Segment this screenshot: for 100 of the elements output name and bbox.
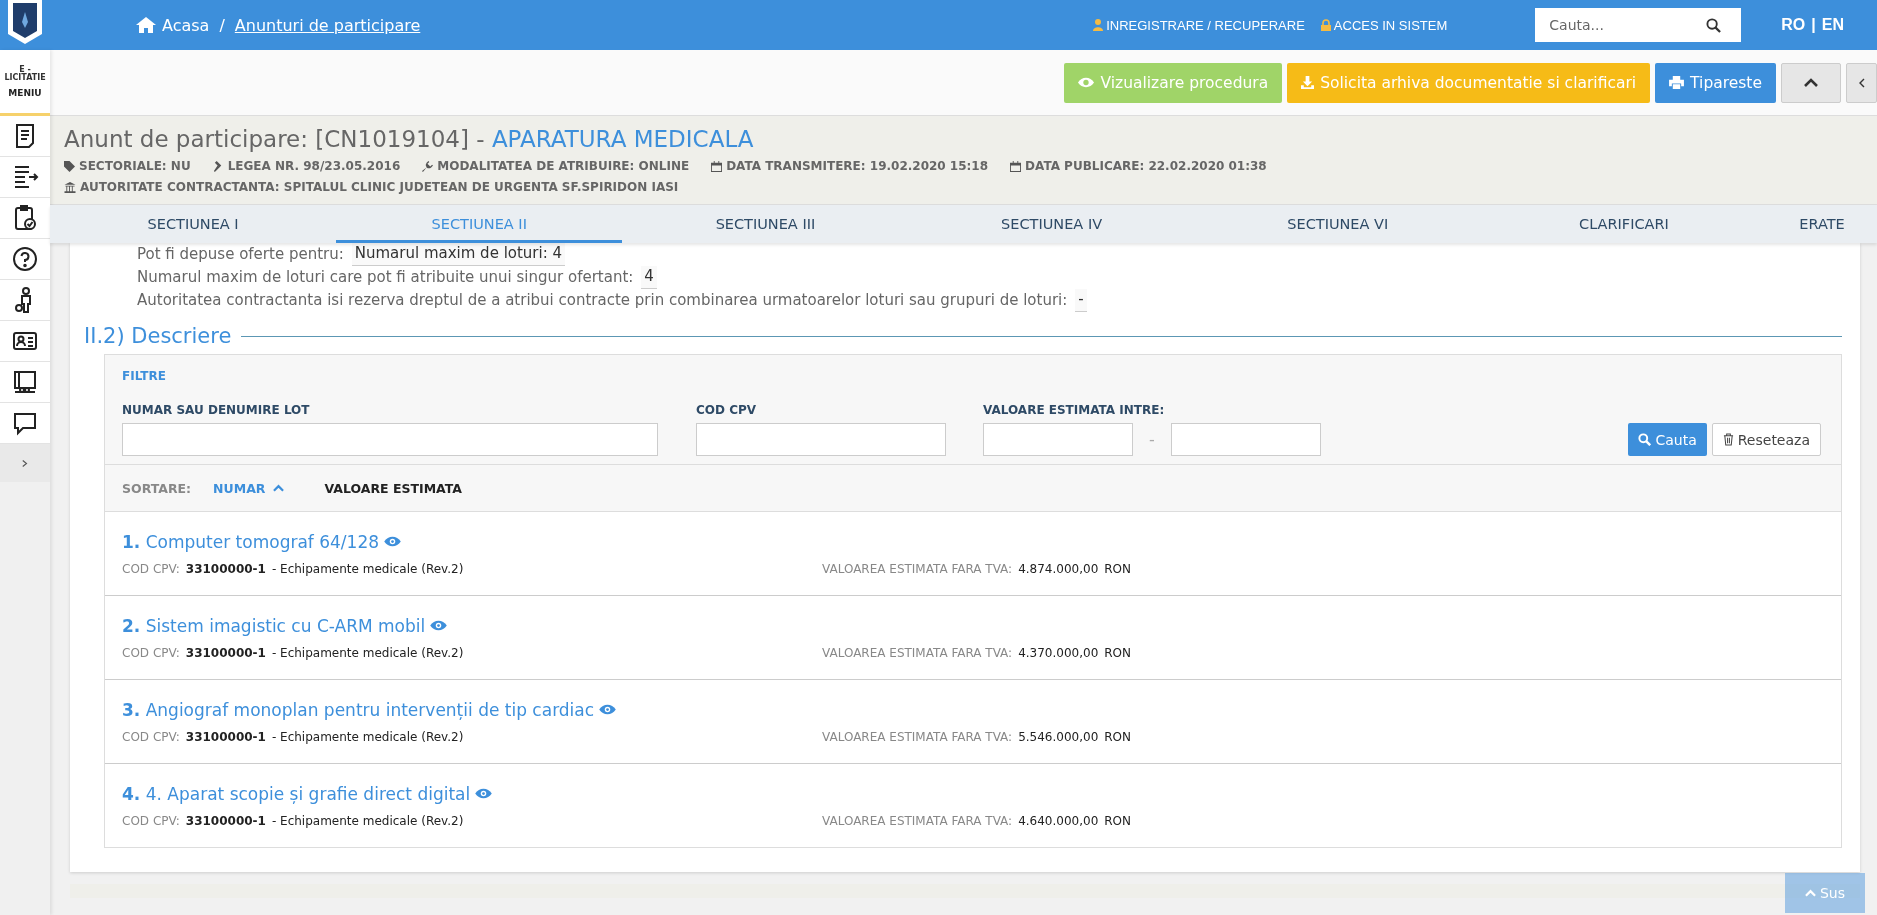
range-separator: - bbox=[1149, 430, 1155, 449]
help-icon[interactable] bbox=[11, 245, 39, 273]
chevron-left-icon bbox=[1858, 77, 1865, 88]
shield-logo-icon[interactable] bbox=[8, 0, 42, 44]
eye-icon[interactable] bbox=[384, 536, 402, 547]
input-field[interactable] bbox=[696, 423, 946, 456]
menu-label[interactable]: MENIU bbox=[8, 87, 42, 98]
breadcrumb-separator: / bbox=[219, 15, 225, 35]
meta-text: DATA TRANSMITERE: 19.02.2020 15:18 bbox=[726, 158, 989, 175]
info-value: Numarul maxim de loturi: 4 bbox=[351, 243, 566, 266]
trash-icon bbox=[1722, 433, 1734, 446]
caret-up-icon bbox=[273, 484, 285, 492]
cpv-description: - Echipamente medicale (Rev.2) bbox=[271, 645, 464, 660]
lot-link[interactable]: 1. Computer tomograf 64/128 bbox=[122, 531, 380, 552]
meta-text: MODALITATEA DE ATRIBUIRE: ONLINE bbox=[437, 158, 690, 175]
cpv-code: 33100000-1 bbox=[185, 729, 266, 744]
meta-text: SECTORIALE: NU bbox=[79, 158, 191, 175]
sort-option[interactable]: NUMAR bbox=[213, 480, 285, 496]
lot-link[interactable]: 3. Angiograf monoplan pentru intervenții de tip cardiac bbox=[122, 699, 595, 720]
section-tab[interactable]: SECTIUNEA VI bbox=[1194, 205, 1481, 243]
value-label: VALOAREA ESTIMATA FARA TVA: bbox=[822, 813, 1013, 828]
search-button[interactable]: Cauta bbox=[1628, 423, 1707, 456]
currency: RON bbox=[1104, 645, 1132, 660]
filter-title: FILTRE bbox=[122, 369, 167, 383]
cpv-description: - Echipamente medicale (Rev.2) bbox=[271, 729, 464, 744]
reset-button[interactable]: Reseteaza bbox=[1711, 423, 1821, 456]
cpv-label: COD CPV: bbox=[122, 645, 180, 660]
bank-icon bbox=[64, 182, 76, 193]
eye-icon bbox=[1078, 77, 1095, 88]
notice-title: Anunt de participare: [CN1019104] - APARATURA MEDICALA bbox=[64, 125, 755, 154]
lot-link[interactable]: 2. Sistem imagistic cu C-ARM mobil bbox=[122, 615, 426, 636]
filter-label: COD CPV bbox=[696, 403, 758, 417]
cpv-code: 33100000-1 bbox=[185, 645, 266, 660]
home-icon bbox=[136, 17, 156, 33]
cpv-description: - Echipamente medicale (Rev.2) bbox=[271, 813, 464, 828]
value-label: VALOAREA ESTIMATA FARA TVA: bbox=[822, 561, 1013, 576]
estimated-value: 4.874.000,00 bbox=[1018, 561, 1099, 576]
filter-label: VALOARE ESTIMATA INTRE: bbox=[983, 403, 1166, 417]
section-tab[interactable]: ERATE bbox=[1767, 205, 1877, 243]
language-link[interactable]: EN bbox=[1821, 16, 1844, 34]
cpv-label: COD CPV: bbox=[122, 561, 180, 576]
chevron-right-icon bbox=[22, 458, 28, 468]
eye-icon[interactable] bbox=[475, 788, 493, 799]
breadcrumb-link[interactable]: Acasa bbox=[162, 15, 210, 35]
estimated-value: 5.546.000,00 bbox=[1018, 729, 1099, 744]
info-value: - bbox=[1075, 289, 1087, 312]
section-tab[interactable]: SECTIUNEA III bbox=[622, 205, 909, 243]
chevron-up-icon bbox=[1804, 78, 1818, 87]
search-icon[interactable] bbox=[1706, 18, 1722, 33]
cpv-code: 33100000-1 bbox=[185, 561, 266, 576]
calendar-icon bbox=[1010, 161, 1022, 172]
toolbar-button[interactable]: Vizualizare procedura bbox=[1064, 62, 1283, 103]
section-tab[interactable]: SECTIUNEA IV bbox=[908, 205, 1195, 243]
currency: RON bbox=[1104, 561, 1132, 576]
info-label: Pot fi depuse oferte pentru: bbox=[137, 244, 344, 265]
info-label: Numarul maxim de loturi care pot fi atribuite unui singur ofertant: bbox=[137, 267, 634, 288]
section-heading: II.2) Descriere bbox=[84, 324, 232, 348]
cpv-code: 33100000-1 bbox=[185, 813, 266, 828]
cpv-description: - Echipamente medicale (Rev.2) bbox=[271, 561, 464, 576]
meta-text: AUTORITATE CONTRACTANTA: SPITALUL CLINIC JUDETEAN DE URGENTA SF.SPIRIDON IASI bbox=[80, 179, 679, 196]
breadcrumb-link[interactable]: Anunturi de participare bbox=[234, 15, 421, 35]
value-label: VALOAREA ESTIMATA FARA TVA: bbox=[822, 729, 1013, 744]
lock-icon bbox=[1320, 19, 1331, 31]
sort-label: SORTARE: bbox=[122, 480, 192, 496]
lot-link[interactable]: 4. 4. Aparat scopie și grafie direct digital bbox=[122, 783, 471, 804]
value-label: VALOAREA ESTIMATA FARA TVA: bbox=[822, 645, 1013, 660]
input-field[interactable] bbox=[1170, 423, 1321, 456]
brand-label: E - LICITATIE bbox=[3, 65, 47, 82]
currency: RON bbox=[1104, 813, 1132, 828]
input-field[interactable] bbox=[983, 423, 1133, 456]
toolbar-button[interactable]: Tipareste bbox=[1655, 62, 1776, 103]
estimated-value: 4.640.000,00 bbox=[1018, 813, 1099, 828]
machine-icon[interactable] bbox=[11, 368, 39, 396]
download-icon bbox=[1301, 76, 1315, 89]
language-link[interactable]: RO bbox=[1781, 16, 1806, 34]
header-link[interactable]: ACCES IN SISTEM bbox=[1320, 17, 1448, 33]
search-field[interactable]: Cauta... bbox=[1535, 8, 1742, 42]
eye-icon[interactable] bbox=[599, 704, 617, 715]
filter-label: NUMAR SAU DENUMIRE LOT bbox=[122, 403, 311, 417]
collapse-button[interactable] bbox=[1781, 62, 1841, 103]
info-label: Autoritatea contractanta isi rezerva dreptul de a atribui contracte prin combinarea urmatoarelor loturi sau grupuri de loturi: bbox=[137, 290, 1068, 311]
cpv-label: COD CPV: bbox=[122, 729, 180, 744]
language-separator: | bbox=[1811, 16, 1816, 34]
section-tab[interactable]: CLARIFICARI bbox=[1480, 205, 1768, 243]
back-to-top-button[interactable]: Sus bbox=[1785, 873, 1865, 913]
printer-icon bbox=[1669, 76, 1685, 89]
chevron-up-icon bbox=[1804, 889, 1816, 897]
currency: RON bbox=[1104, 729, 1132, 744]
eye-icon[interactable] bbox=[430, 620, 448, 631]
header-link[interactable]: INREGISTRARE / RECUPERARE bbox=[1093, 17, 1305, 33]
toolbar-button[interactable]: Solicita arhiva documentatie si clarificari bbox=[1287, 62, 1651, 103]
input-field[interactable] bbox=[122, 423, 658, 456]
info-value: 4 bbox=[641, 266, 657, 289]
tag-icon bbox=[64, 161, 75, 172]
meta-text: LEGEA NR. 98/23.05.2016 bbox=[227, 158, 401, 175]
search-icon bbox=[1638, 433, 1652, 446]
section-tab[interactable]: SECTIUNEA I bbox=[50, 205, 337, 243]
calendar-icon bbox=[711, 161, 723, 172]
sort-option[interactable]: VALOARE ESTIMATA bbox=[324, 480, 463, 496]
cpv-label: COD CPV: bbox=[122, 813, 180, 828]
